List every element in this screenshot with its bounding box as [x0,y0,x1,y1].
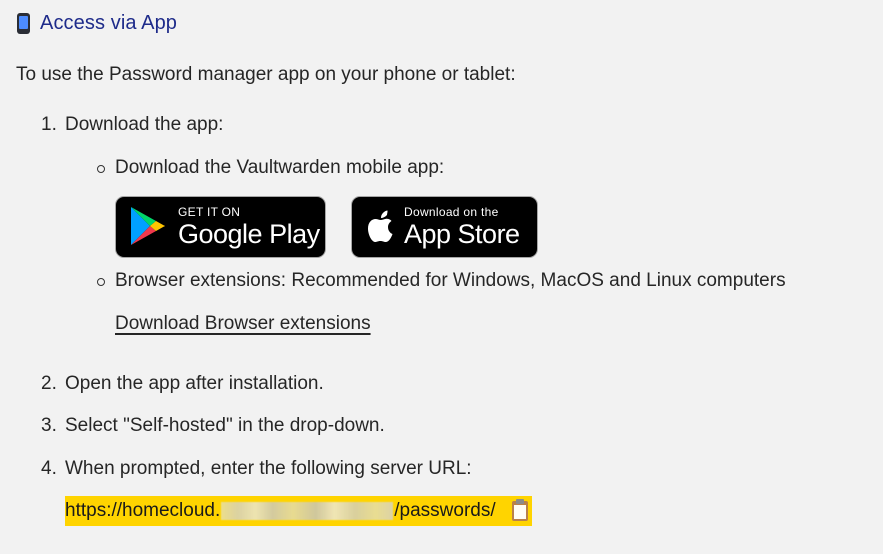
server-url-prefix: https://homecloud. [65,500,221,521]
app-store-small-text: Download on the [404,204,499,219]
google-play-small-text: GET IT ON [178,204,241,219]
google-play-big-text: Google Play [178,218,320,249]
step-text: When prompted, enter the following serve… [65,458,472,479]
clipboard-icon[interactable] [511,499,528,521]
step-2: 2. Open the app after installation. [41,373,324,395]
subitem-mobile-app: Download the Vaultwarden mobile app: [97,157,444,179]
step-text: Download the app: [65,114,224,135]
section-title: Access via App [40,12,178,34]
step-text: Open the app after installation. [65,373,324,394]
bullet-icon [97,165,105,173]
step-1: 1. Download the app: [41,114,223,136]
redacted-domain [221,502,394,520]
server-url-suffix: /passwords/ [394,500,496,521]
subitem-text: Browser extensions: Recommended for Wind… [115,270,786,291]
step-number: 4. [41,458,57,479]
step-text: Select "Self-hosted" in the drop-down. [65,415,385,436]
step-4: 4. When prompted, enter the following ser… [41,458,472,480]
intro-text: To use the Password manager app on your … [16,64,516,85]
mobile-phone-icon [17,13,30,34]
apple-logo-icon [368,210,393,242]
step-number: 1. [41,114,57,135]
server-url[interactable]: https://homecloud. /passwords/ [65,496,532,526]
app-store-badge[interactable]: Download on the App Store [351,196,538,258]
step-number: 3. [41,415,57,436]
google-play-logo-icon [131,207,165,245]
bullet-icon [97,278,105,286]
section-heading: Access via App [17,12,177,35]
download-browser-extensions-link[interactable]: Download Browser extensions [115,313,371,335]
step-3: 3. Select "Self-hosted" in the drop-down. [41,415,385,437]
app-store-big-text: App Store [404,218,520,249]
step-number: 2. [41,373,57,394]
subitem-browser-extensions: Browser extensions: Recommended for Wind… [97,270,786,292]
google-play-badge[interactable]: GET IT ON Google Play [115,196,326,258]
subitem-text: Download the Vaultwarden mobile app: [115,157,445,178]
